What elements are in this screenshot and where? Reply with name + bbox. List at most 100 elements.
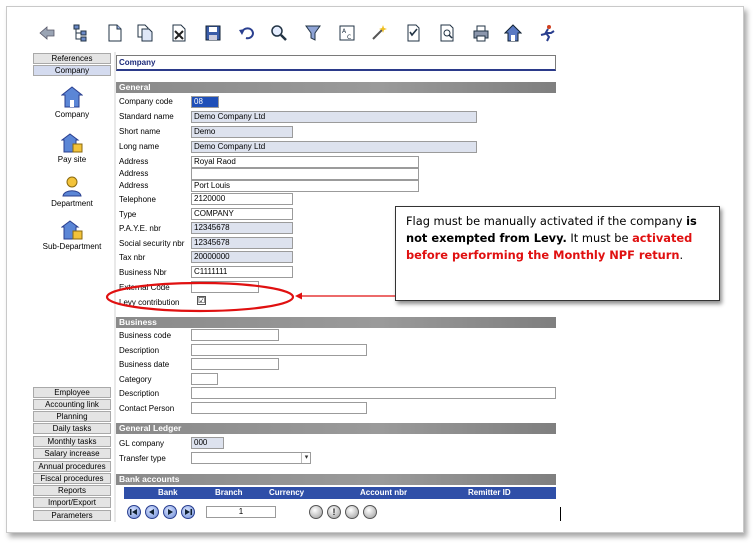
tax-nbr-field[interactable]: 20000000 [191, 251, 293, 263]
checklist-icon[interactable] [403, 23, 423, 43]
report-preview-icon[interactable] [437, 23, 457, 43]
alert-icon[interactable]: ! [327, 505, 341, 519]
levy-contribution-label: Levy contribution [119, 298, 180, 307]
business-nbr-field[interactable]: C1111111 [191, 266, 293, 278]
last-icon [185, 509, 192, 515]
column-currency[interactable]: Currency [269, 487, 304, 498]
transfer-type-select[interactable] [191, 452, 311, 464]
copy-document-icon[interactable] [135, 23, 155, 43]
business-date-field[interactable] [191, 358, 279, 370]
previous-record-button[interactable] [145, 505, 159, 519]
business-nbr-label: Business Nbr [119, 268, 167, 277]
telephone-label: Telephone [119, 195, 156, 204]
list-icon[interactable] [345, 505, 359, 519]
form-title: Company [116, 55, 556, 71]
social-security-field[interactable]: 12345678 [191, 237, 293, 249]
side-item-pay-site[interactable]: Pay site [33, 133, 111, 164]
address-line-1-field[interactable]: Royal Raod [191, 156, 419, 168]
side-item-label: Sub-Department [42, 242, 102, 251]
nav-employee[interactable]: Employee [33, 387, 111, 398]
nav-reports[interactable]: Reports [33, 485, 111, 496]
next-icon [168, 509, 173, 515]
column-branch[interactable]: Branch [215, 487, 243, 498]
sort-icon[interactable]: AC [337, 23, 357, 43]
nav-import-export[interactable]: Import/Export [33, 497, 111, 508]
previous-icon [149, 509, 154, 515]
record-navigator: 1 ! [119, 503, 559, 521]
paye-label: P.A.Y.E. nbr [119, 224, 161, 233]
nav-annual-procedures[interactable]: Annual procedures [33, 461, 111, 472]
category-label: Category [119, 375, 152, 384]
run-icon[interactable] [537, 23, 557, 43]
callout-text-5: . [679, 248, 684, 262]
contact-person-field[interactable] [191, 402, 367, 414]
address-label-3: Address [119, 181, 149, 190]
first-record-button[interactable] [127, 505, 141, 519]
search-icon[interactable] [269, 23, 289, 43]
short-name-label: Short name [119, 127, 161, 136]
print-icon[interactable] [471, 23, 491, 43]
transfer-type-label: Transfer type [119, 454, 166, 463]
nav-planning[interactable]: Planning [33, 411, 111, 422]
address-line-2-field[interactable] [191, 168, 419, 180]
chevron-down-icon[interactable]: ▾ [301, 453, 311, 463]
business-description-field[interactable] [191, 344, 367, 356]
side-item-sub-department[interactable]: Sub-Department [33, 220, 111, 251]
nav-company[interactable]: Company [33, 65, 111, 76]
nav-salary-increase[interactable]: Salary increase [33, 448, 111, 459]
record-number-field[interactable]: 1 [206, 506, 276, 518]
description2-field[interactable] [191, 387, 556, 399]
section-general-header: General [116, 82, 556, 93]
nav-accounting-link[interactable]: Accounting link [33, 399, 111, 410]
calendar-icon[interactable] [363, 505, 377, 519]
zoom-icon[interactable] [309, 505, 323, 519]
text-cursor [560, 507, 561, 521]
new-document-icon[interactable] [105, 23, 125, 43]
standard-name-field[interactable]: Demo Company Ltd [191, 111, 477, 123]
side-item-label: Department [51, 199, 93, 208]
gl-company-field[interactable]: 000 [191, 437, 224, 449]
home-icon[interactable] [503, 23, 523, 43]
tree-icon[interactable] [71, 23, 91, 43]
paye-field[interactable]: 12345678 [191, 222, 293, 234]
column-account-nbr[interactable]: Account nbr [360, 487, 407, 498]
type-field[interactable]: COMPANY [191, 208, 293, 220]
first-icon [130, 509, 137, 515]
save-icon[interactable] [203, 23, 223, 43]
tax-nbr-label: Tax nbr [119, 253, 146, 262]
undo-icon[interactable] [237, 23, 257, 43]
nav-parameters[interactable]: Parameters [33, 510, 111, 521]
last-record-button[interactable] [181, 505, 195, 519]
wizard-icon[interactable] [369, 23, 389, 43]
nav-daily-tasks[interactable]: Daily tasks [33, 423, 111, 434]
exit-icon[interactable] [37, 23, 57, 43]
nav-monthly-tasks[interactable]: Monthly tasks [33, 436, 111, 447]
nav-fiscal-procedures[interactable]: Fiscal procedures [33, 473, 111, 484]
side-item-label: Pay site [57, 155, 87, 164]
column-bank[interactable]: Bank [158, 487, 178, 498]
address-label-1: Address [119, 157, 149, 166]
sub-department-icon [61, 220, 83, 240]
nav-references[interactable]: References [33, 53, 111, 64]
category-field[interactable] [191, 373, 218, 385]
telephone-field[interactable]: 2120000 [191, 193, 293, 205]
side-item-department[interactable]: Department [33, 175, 111, 208]
short-name-field[interactable]: Demo [191, 126, 293, 138]
company-code-field[interactable]: 08 [191, 96, 219, 108]
filter-icon[interactable] [303, 23, 323, 43]
social-security-label: Social security nbr [119, 239, 185, 248]
delete-document-icon[interactable] [169, 23, 189, 43]
contact-person-label: Contact Person [119, 404, 175, 413]
external-code-label: External Code [119, 283, 170, 292]
gl-company-label: GL company [119, 439, 165, 448]
external-code-field[interactable] [191, 281, 259, 293]
side-item-company[interactable]: Company [33, 86, 111, 119]
address-line-3-field[interactable]: Port Louis [191, 180, 419, 192]
section-business-header: Business [116, 317, 556, 328]
business-code-field[interactable] [191, 329, 279, 341]
next-record-button[interactable] [163, 505, 177, 519]
levy-contribution-checkbox[interactable]: ☑ [197, 296, 206, 305]
business-code-label: Business code [119, 331, 172, 340]
column-remitter-id[interactable]: Remitter ID [468, 487, 511, 498]
long-name-field[interactable]: Demo Company Ltd [191, 141, 477, 153]
